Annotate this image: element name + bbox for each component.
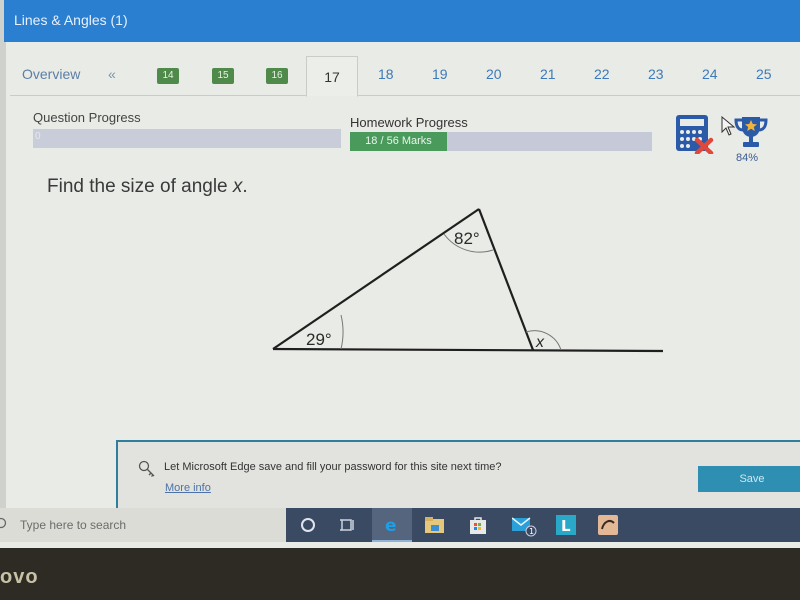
nav-question-23[interactable]: 23 bbox=[648, 66, 664, 82]
edge-icon: e bbox=[385, 516, 397, 535]
taskbar: e 1 L bbox=[286, 508, 800, 542]
nav-prev-button[interactable]: « bbox=[108, 66, 116, 82]
calculator-not-allowed-icon[interactable] bbox=[675, 114, 715, 154]
question-progress-value: 0 bbox=[35, 131, 41, 142]
search-icon bbox=[0, 517, 7, 529]
file-explorer-button[interactable] bbox=[414, 508, 454, 542]
laptop-brand-logo: ovo bbox=[0, 566, 39, 588]
l-app-icon: L bbox=[556, 515, 576, 535]
question-progress-label: Question Progress bbox=[33, 110, 141, 125]
cortana-button[interactable] bbox=[288, 508, 328, 542]
mail-badge: 1 bbox=[529, 527, 534, 536]
nav-question-25[interactable]: 25 bbox=[756, 66, 772, 82]
folder-icon bbox=[425, 517, 444, 533]
task-view-icon bbox=[340, 519, 354, 531]
screen: Lines & Angles (1) Overview « 14 15 16 1… bbox=[0, 0, 800, 548]
angle-label-left: 29° bbox=[306, 330, 332, 349]
window-title: Lines & Angles (1) bbox=[14, 12, 128, 28]
trophy-percent: 84% bbox=[736, 152, 759, 164]
homework-progress-label: Homework Progress bbox=[350, 115, 468, 130]
nav-question-24[interactable]: 24 bbox=[702, 66, 718, 82]
svg-text:e: e bbox=[385, 516, 397, 535]
angle-arc-left bbox=[340, 314, 344, 350]
trophy-icon[interactable] bbox=[733, 115, 769, 149]
angle-label-unknown: x bbox=[535, 334, 545, 351]
l-app-button[interactable]: L bbox=[546, 508, 586, 542]
key-icon bbox=[138, 460, 155, 477]
nav-question-14[interactable]: 14 bbox=[157, 68, 179, 84]
question-variable: x bbox=[232, 176, 243, 197]
window-edge bbox=[0, 0, 6, 510]
edge-prompt-message: Let Microsoft Edge save and fill your pa… bbox=[164, 461, 502, 473]
mail-icon: 1 bbox=[512, 517, 537, 537]
nav-question-18[interactable]: 18 bbox=[378, 66, 394, 82]
cortana-icon bbox=[301, 518, 315, 532]
edge-password-prompt: Let Microsoft Edge save and fill your pa… bbox=[116, 440, 800, 512]
question-prefix: Find the size of angle bbox=[47, 176, 233, 197]
taskbar-search-box[interactable]: Type here to search bbox=[0, 508, 286, 542]
triangle-right-side bbox=[477, 208, 535, 351]
nav-question-19[interactable]: 19 bbox=[432, 66, 448, 82]
triangle-diagram: 82° 29° x bbox=[272, 208, 664, 353]
angle-label-top: 82° bbox=[454, 229, 480, 248]
question-text: Find the size of angle x. bbox=[47, 176, 248, 198]
photo-app-button[interactable] bbox=[588, 508, 628, 542]
edge-taskbar-button[interactable]: e bbox=[372, 508, 412, 542]
task-view-button[interactable] bbox=[328, 508, 368, 542]
mail-button[interactable]: 1 bbox=[502, 508, 542, 542]
nav-question-16[interactable]: 16 bbox=[266, 68, 288, 84]
search-placeholder: Type here to search bbox=[20, 518, 127, 532]
homework-progress-bar: 18 / 56 Marks bbox=[350, 132, 652, 151]
nav-question-22[interactable]: 22 bbox=[594, 66, 610, 82]
svg-text:L: L bbox=[561, 517, 571, 535]
store-icon bbox=[470, 517, 486, 534]
nav-question-20[interactable]: 20 bbox=[486, 66, 502, 82]
nav-question-21[interactable]: 21 bbox=[540, 66, 556, 82]
homework-progress-text: 18 / 56 Marks bbox=[365, 135, 432, 147]
photo-app-icon bbox=[598, 515, 618, 535]
nav-question-15[interactable]: 15 bbox=[212, 68, 234, 84]
more-info-link[interactable]: More info bbox=[165, 482, 211, 494]
save-password-button[interactable]: Save bbox=[698, 466, 800, 492]
store-button[interactable] bbox=[458, 508, 498, 542]
title-bar: Lines & Angles (1) bbox=[4, 0, 800, 42]
question-progress-bar: 0 bbox=[33, 129, 341, 148]
question-suffix: . bbox=[242, 176, 248, 197]
baseline bbox=[272, 347, 664, 353]
triangle-left-side bbox=[272, 208, 480, 350]
nav-question-current[interactable]: 17 bbox=[306, 56, 358, 97]
nav-overview-link[interactable]: Overview bbox=[22, 66, 80, 82]
question-nav: Overview « 14 15 16 17 18 19 20 21 22 23… bbox=[10, 56, 800, 97]
